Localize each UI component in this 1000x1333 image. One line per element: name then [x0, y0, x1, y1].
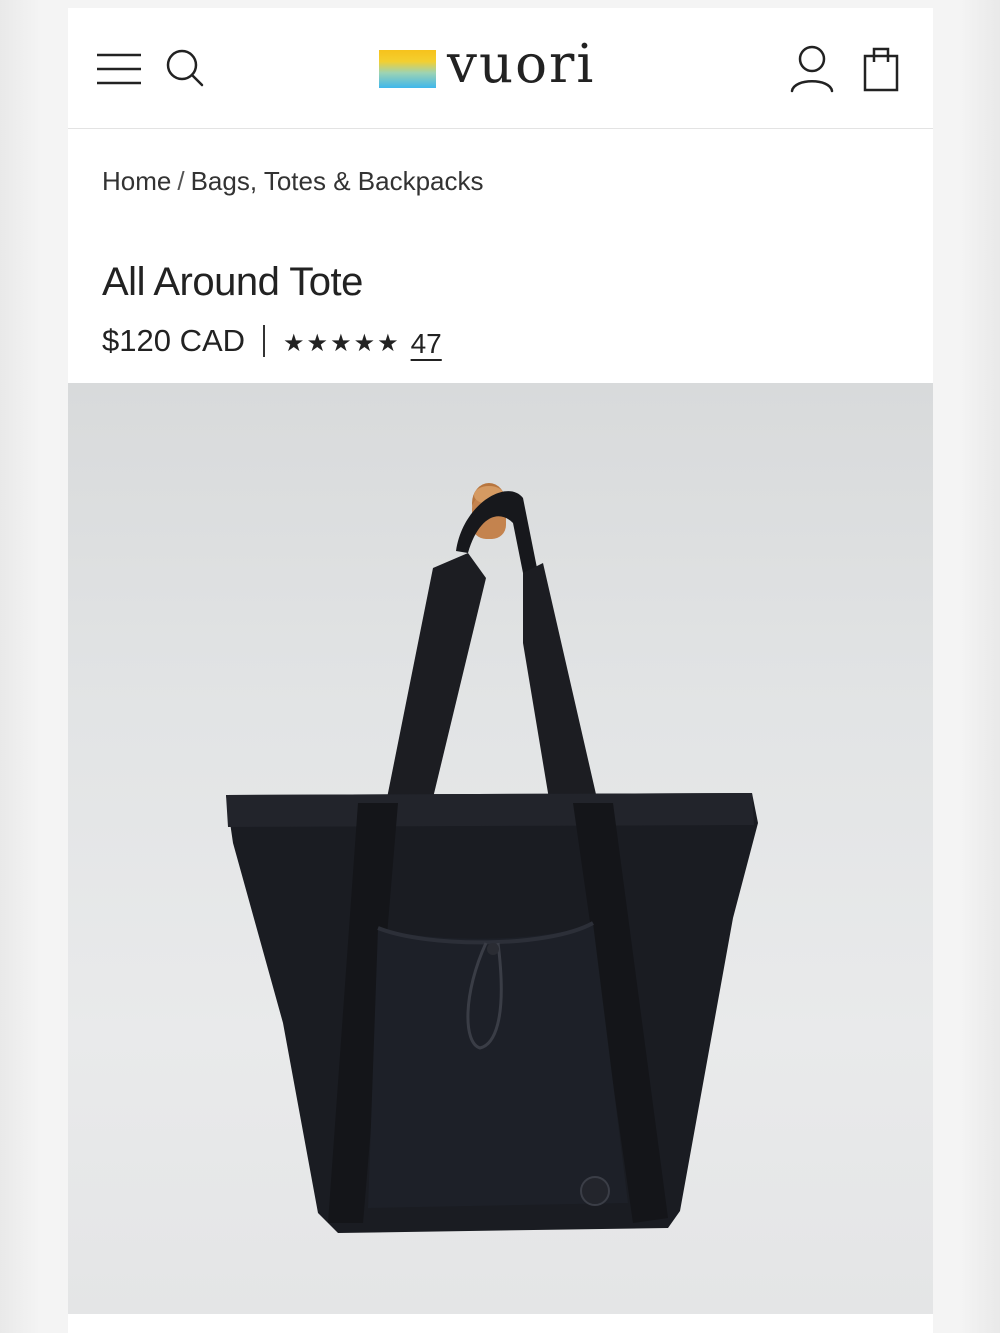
logo-mark: [379, 50, 436, 88]
front-pocket: [368, 923, 628, 1208]
review-count-link[interactable]: 47: [411, 328, 442, 360]
product-page: vuori Home / Bags, Totes & Backpacks All A…: [68, 8, 933, 1333]
breadcrumb-category-link[interactable]: Bags, Totes & Backpacks: [191, 166, 484, 196]
drawstring-toggle: [487, 943, 499, 955]
account-icon[interactable]: [790, 45, 834, 93]
price-divider: [263, 325, 266, 357]
breadcrumb: Home / Bags, Totes & Backpacks: [102, 166, 484, 197]
tote-bag-rim: [226, 793, 754, 827]
site-header: vuori: [68, 8, 933, 129]
product-image[interactable]: [68, 383, 933, 1314]
price-rating-row: $120 CAD ★★★★★ 47: [102, 321, 442, 361]
product-price: $120 CAD: [102, 323, 246, 358]
breadcrumb-home-link[interactable]: Home: [102, 166, 171, 196]
brand-logo[interactable]: vuori: [379, 35, 624, 98]
hamburger-menu-icon[interactable]: [97, 52, 141, 86]
star-rating[interactable]: ★★★★★: [283, 329, 401, 358]
breadcrumb-separator: /: [177, 166, 185, 196]
shopping-bag-icon[interactable]: [863, 44, 899, 92]
product-title: All Around Tote: [102, 260, 363, 304]
bag-logo-patch: [580, 1176, 610, 1206]
search-icon[interactable]: [165, 48, 205, 88]
brand-wordmark: vuori: [447, 34, 596, 95]
